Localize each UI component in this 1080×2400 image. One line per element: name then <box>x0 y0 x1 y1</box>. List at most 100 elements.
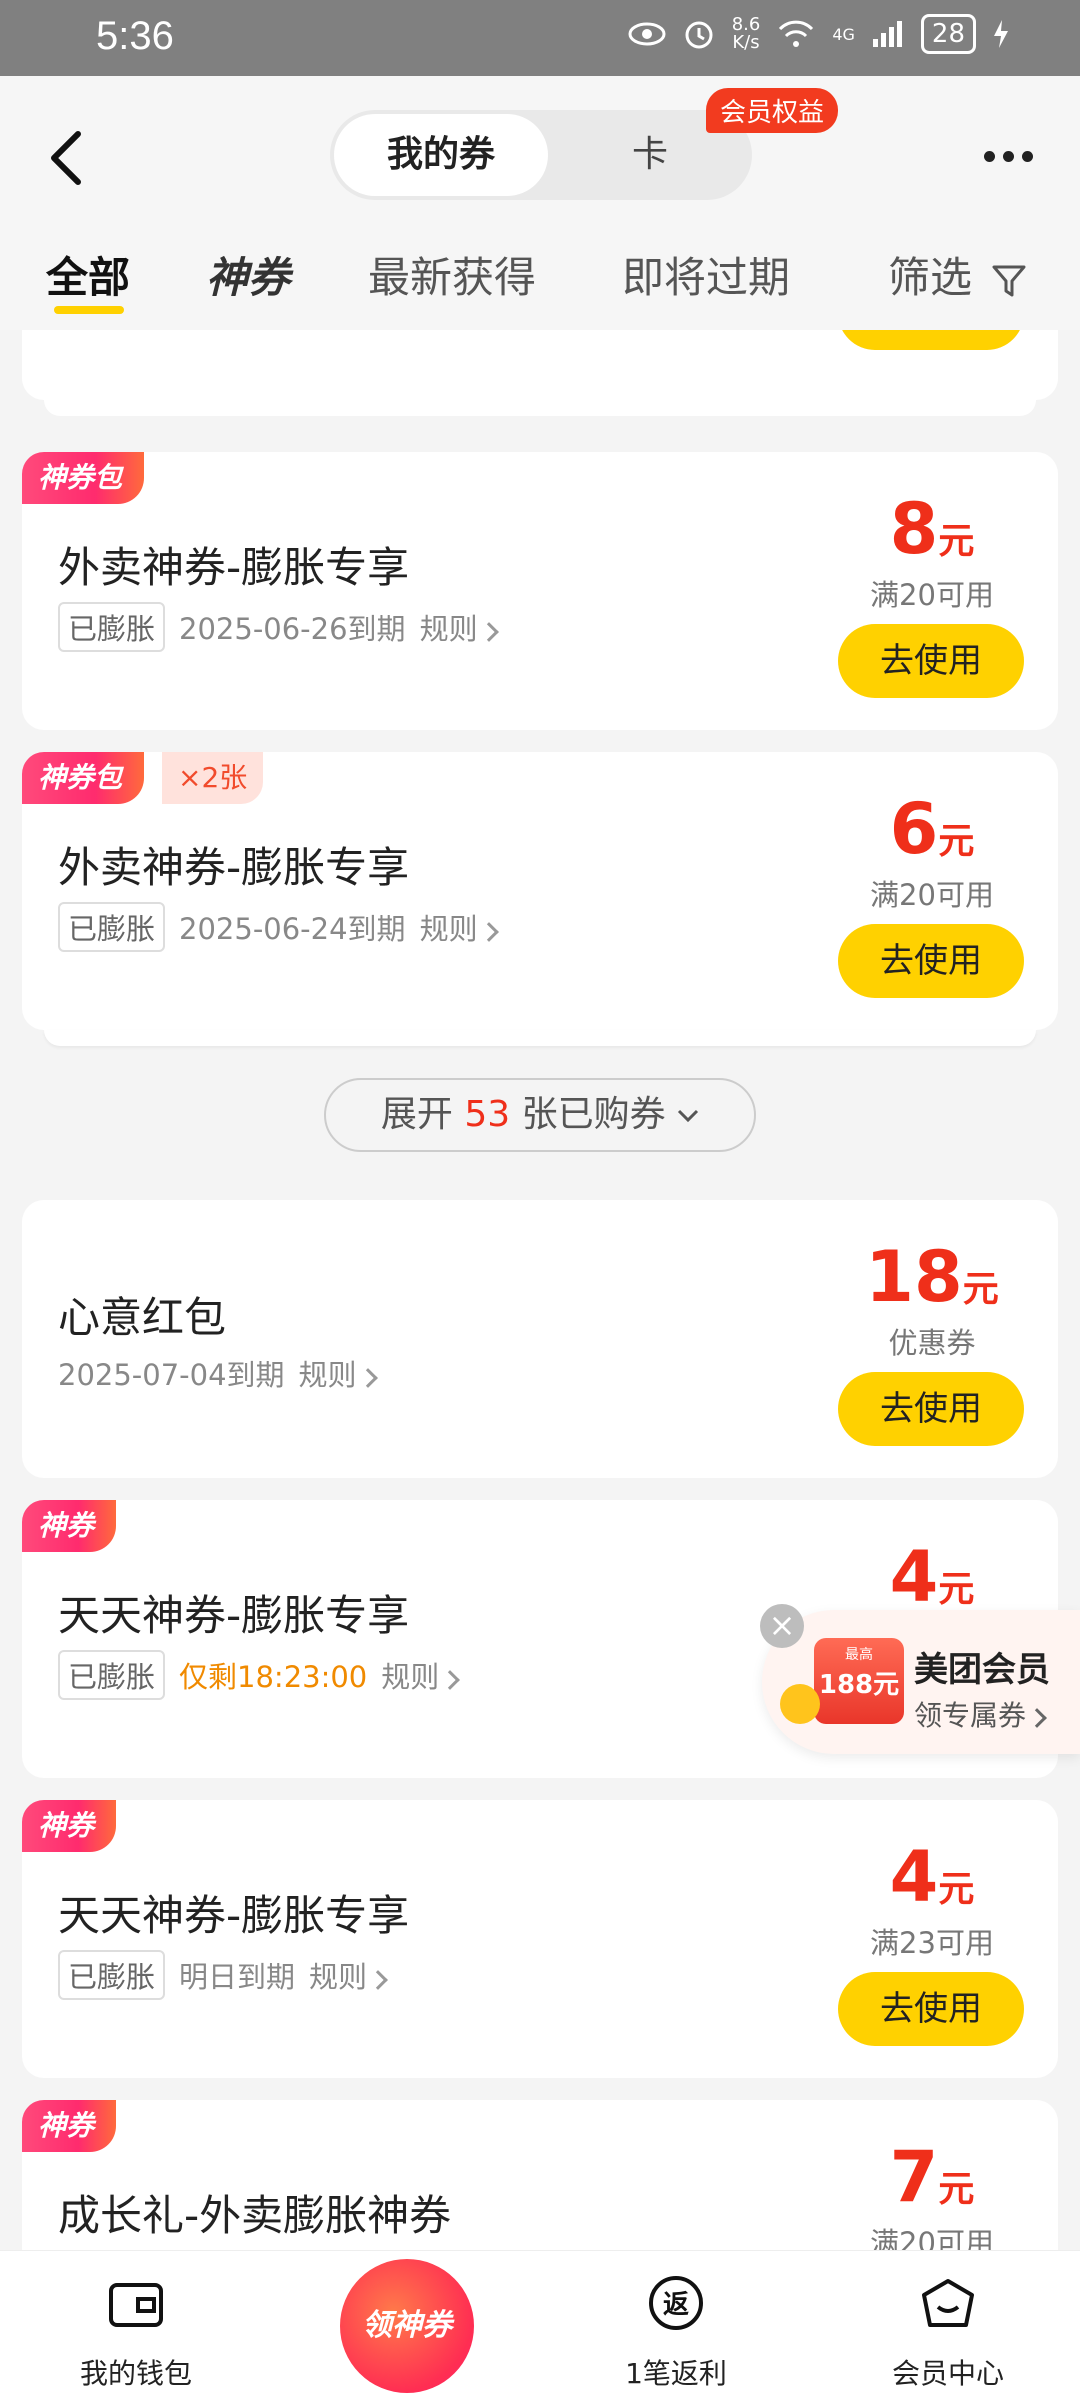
coupon-title: 成长礼-外卖膨胀神券 <box>58 2191 452 2240</box>
coupon-amount: 8元 <box>889 488 975 570</box>
filter-tabs: 全部 神券 最新获得 即将过期 筛选 <box>0 236 1080 330</box>
coupon-title: 外卖神券-膨胀专享 <box>58 543 410 592</box>
rule-link[interactable]: 规则 <box>381 1654 461 1696</box>
rule-link[interactable]: 规则 <box>309 1954 388 1996</box>
inflated-chip: 已膨胀 <box>58 902 166 952</box>
coupon-card[interactable]: 神券包 外卖神券-膨胀专享 已膨胀 2025-06-26到期 规则 8元 满20… <box>22 452 1058 730</box>
member-benefits-badge[interactable]: 会员权益 <box>706 88 839 133</box>
coupon-title: 天天神券-膨胀专享 <box>58 1891 410 1940</box>
coupon-expiry: 2025-07-04到期 <box>58 1358 285 1392</box>
tab-underline <box>54 306 124 314</box>
chevron-right-icon <box>478 622 499 642</box>
coupon-condition: 优惠券 <box>888 1326 976 1360</box>
use-button[interactable]: 去使用 <box>838 1372 1024 1446</box>
inflated-chip: 已膨胀 <box>58 1650 166 1700</box>
coupon-amount: 7元 <box>889 2136 975 2218</box>
chevron-down-icon <box>678 1109 699 1123</box>
coupon-expiry: 2025-06-26到期 <box>179 612 406 646</box>
status-icons: 8.6 K/s 4G 28 <box>628 14 1010 54</box>
wifi-icon <box>779 20 814 47</box>
promo-badge: 最高 188元 <box>814 1638 904 1724</box>
coupon-condition: 满20可用 <box>870 578 994 612</box>
back-icon[interactable] <box>44 128 88 188</box>
network-type: 4G <box>832 24 855 44</box>
filter-label: 筛选 <box>888 253 973 302</box>
tab-newest[interactable]: 最新获得 <box>368 244 536 305</box>
coupon-amount: 18元 <box>865 1236 999 1318</box>
coupon-tag: 神券包 <box>22 452 145 504</box>
promo-subtitle: 领专属券 <box>914 1694 1047 1734</box>
tab-all[interactable]: 全部 <box>46 244 130 305</box>
coupon-card[interactable]: 神券 天天神券-膨胀专享 已膨胀 明日到期 规则 4元 满23可用 去使用 <box>22 1800 1058 2078</box>
member-promo-float[interactable]: 最高 188元 美团会员 领专属券 <box>762 1610 1080 1754</box>
tab-shen-coupons[interactable]: 神券 <box>206 244 290 305</box>
rule-link[interactable]: 规则 <box>420 606 499 648</box>
eye-icon <box>628 22 666 46</box>
coupon-condition: 满20可用 <box>870 2226 994 2250</box>
coupon-meta: 2025-07-04到期 规则 <box>58 1352 378 1394</box>
get-coupons-button[interactable]: 领神券 <box>340 2259 474 2393</box>
promo-title: 美团会员 <box>914 1650 1050 1690</box>
net-speed: 8.6 K/s <box>731 14 761 53</box>
coupon-amount: 4元 <box>889 1836 975 1918</box>
coupon-condition: 满23可用 <box>870 1926 994 1960</box>
signal-icon <box>872 21 902 47</box>
coupon-tag: 神券 <box>22 1500 117 1552</box>
coin-icon <box>780 1684 820 1724</box>
expand-purchased-button[interactable]: 展开 53 张已购券 <box>324 1078 756 1152</box>
header: 我的券 卡 会员权益 全部 神券 最新获得 即将过期 筛选 <box>0 76 1080 330</box>
use-button[interactable]: 去使用 <box>838 924 1024 998</box>
purchased-count: 53 <box>464 1094 511 1135</box>
segment-my-coupons[interactable]: 我的券 <box>334 114 548 196</box>
card-stack-edge <box>44 400 1036 416</box>
coupon-tag: 神券 <box>22 2100 117 2152</box>
more-menu-icon[interactable] <box>984 136 1040 176</box>
svg-text:返: 返 <box>663 2290 689 2320</box>
coupon-title: 天天神券-膨胀专享 <box>58 1591 410 1640</box>
rule-link[interactable]: 规则 <box>420 906 499 948</box>
rule-link[interactable]: 规则 <box>299 1352 378 1394</box>
inflated-chip: 已膨胀 <box>58 1950 166 2000</box>
segment-control: 我的券 卡 <box>330 110 752 200</box>
nav-member-center[interactable]: 会员中心 <box>848 2273 1048 2392</box>
chevron-right-icon <box>357 1368 378 1388</box>
rebate-icon: 返 <box>649 2276 703 2330</box>
coupon-title: 心意红包 <box>58 1293 227 1342</box>
nav-rebate[interactable]: 返 1笔返利 <box>576 2273 776 2392</box>
coupon-card-partial: 去使用 <box>22 330 1058 400</box>
coupon-count-tag: ×2张 <box>162 752 264 804</box>
coupon-list: 去使用 神券包 外卖神券-膨胀专享 已膨胀 2025-06-26到期 规则 8元… <box>0 330 1080 2250</box>
coupon-meta: 已膨胀 2025-06-26到期 规则 <box>58 602 499 652</box>
wallet-icon <box>109 2283 163 2327</box>
chevron-right-icon <box>478 922 499 942</box>
close-icon[interactable]: × <box>760 1604 804 1648</box>
status-bar: 5:36 8.6 K/s 4G 28 <box>0 0 1080 76</box>
charging-icon <box>994 20 1008 48</box>
use-button[interactable]: 去使用 <box>838 624 1024 698</box>
coupon-card[interactable]: 神券包 ×2张 外卖神券-膨胀专享 已膨胀 2025-06-24到期 规则 6元… <box>22 752 1058 1030</box>
use-button[interactable]: 去使用 <box>838 330 1024 350</box>
chevron-right-icon <box>368 1970 388 1990</box>
coupon-meta: 已膨胀 明日到期 规则 <box>58 1950 388 2000</box>
status-time: 5:36 <box>96 14 174 58</box>
coupon-expiry: 2025-06-24到期 <box>179 912 406 946</box>
filter-icon <box>992 265 1026 296</box>
coupon-card[interactable]: 心意红包 2025-07-04到期 规则 18元 优惠券 去使用 <box>22 1200 1058 1478</box>
coupon-amount: 6元 <box>889 788 975 870</box>
use-button[interactable]: 去使用 <box>838 1972 1024 2046</box>
alarm-icon <box>685 21 713 49</box>
battery-indicator: 28 <box>920 14 976 54</box>
chevron-right-icon <box>1027 1708 1047 1728</box>
nav-wallet[interactable]: 我的钱包 <box>36 2273 236 2392</box>
coupon-condition: 满20可用 <box>870 878 994 912</box>
coupon-amount: 4元 <box>889 1536 975 1618</box>
coupon-card[interactable]: 神券 成长礼-外卖膨胀神券 7元 满20可用 <box>22 2100 1058 2250</box>
coupon-tag: 神券 <box>22 1800 117 1852</box>
coupon-tag: 神券包 <box>22 752 145 804</box>
chevron-right-icon <box>440 1670 461 1690</box>
coupon-meta: 已膨胀 2025-06-24到期 规则 <box>58 902 499 952</box>
coupon-title: 外卖神券-膨胀专享 <box>58 843 410 892</box>
tab-filter[interactable]: 筛选 <box>888 244 1027 305</box>
crown-basket-icon <box>922 2279 974 2327</box>
tab-expiring[interactable]: 即将过期 <box>622 244 790 305</box>
